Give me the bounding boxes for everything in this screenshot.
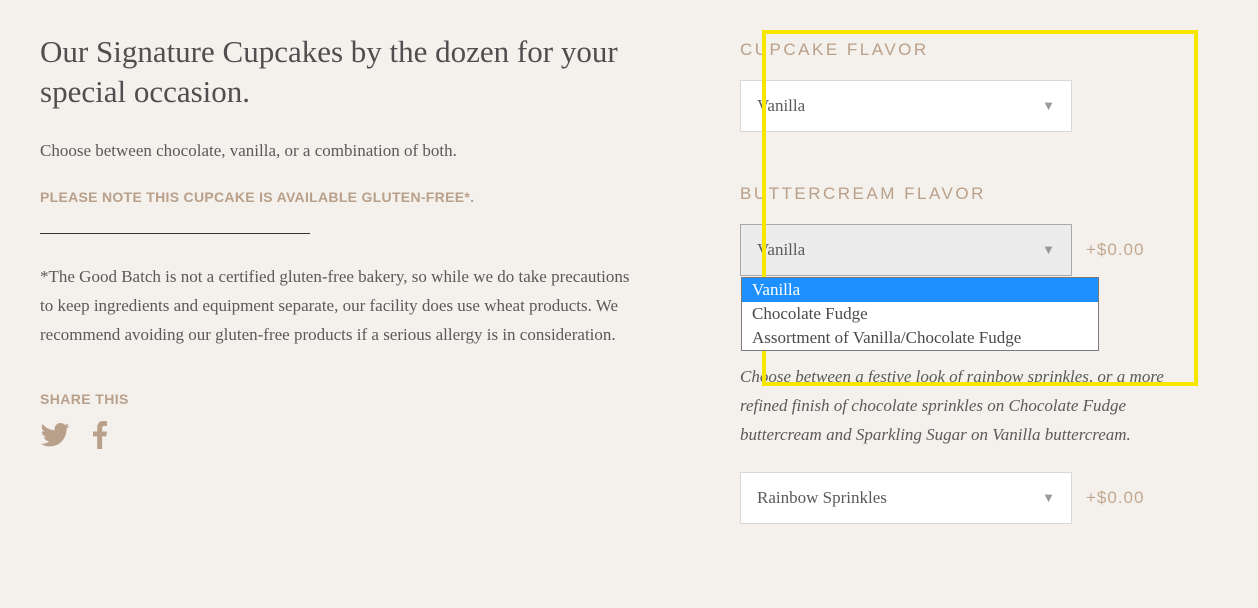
cupcake-flavor-group: CUPCAKE FLAVOR Vanilla ▼ — [740, 40, 1180, 132]
product-options-column: CUPCAKE FLAVOR Vanilla ▼ BUTTERCREAM FLA… — [740, 32, 1180, 576]
product-subtitle: Choose between chocolate, vanilla, or a … — [40, 141, 640, 161]
cupcake-flavor-label: CUPCAKE FLAVOR — [740, 40, 1180, 60]
dropdown-option-assortment[interactable]: Assortment of Vanilla/Chocolate Fudge — [742, 326, 1098, 350]
share-label: SHARE THIS — [40, 391, 640, 407]
chevron-down-icon: ▼ — [1042, 242, 1055, 258]
finishing-touch-value: Rainbow Sprinkles — [757, 488, 887, 508]
cupcake-flavor-select[interactable]: Vanilla ▼ — [740, 80, 1072, 132]
finishing-touch-group: Choose between a festive look of rainbow… — [740, 362, 1180, 524]
gluten-free-notice: PLEASE NOTE THIS CUPCAKE IS AVAILABLE GL… — [40, 189, 640, 205]
chevron-down-icon: ▼ — [1042, 490, 1055, 506]
buttercream-flavor-label: BUTTERCREAM FLAVOR — [740, 184, 1180, 204]
twitter-icon[interactable] — [40, 423, 70, 452]
product-description-column: Our Signature Cupcakes by the dozen for … — [40, 32, 640, 576]
chevron-down-icon: ▼ — [1042, 98, 1055, 114]
buttercream-flavor-select[interactable]: Vanilla ▼ Vanilla Chocolate Fudge Assort… — [740, 224, 1072, 276]
buttercream-price: +$0.00 — [1086, 240, 1144, 260]
product-heading: Our Signature Cupcakes by the dozen for … — [40, 32, 640, 113]
buttercream-flavor-dropdown: Vanilla Chocolate Fudge Assortment of Va… — [741, 277, 1099, 351]
disclaimer-text: *The Good Batch is not a certified glute… — [40, 262, 640, 350]
buttercream-flavor-value: Vanilla — [757, 240, 805, 260]
buttercream-flavor-group: BUTTERCREAM FLAVOR Vanilla ▼ Vanilla Cho… — [740, 184, 1180, 276]
finishing-touch-select[interactable]: Rainbow Sprinkles ▼ — [740, 472, 1072, 524]
cupcake-flavor-value: Vanilla — [757, 96, 805, 116]
facebook-icon[interactable] — [92, 421, 108, 454]
dropdown-option-vanilla[interactable]: Vanilla — [742, 278, 1098, 302]
divider — [40, 233, 310, 234]
finishing-touch-price: +$0.00 — [1086, 488, 1144, 508]
dropdown-option-chocolate-fudge[interactable]: Chocolate Fudge — [742, 302, 1098, 326]
finishing-touch-description: Choose between a festive look of rainbow… — [740, 362, 1180, 450]
